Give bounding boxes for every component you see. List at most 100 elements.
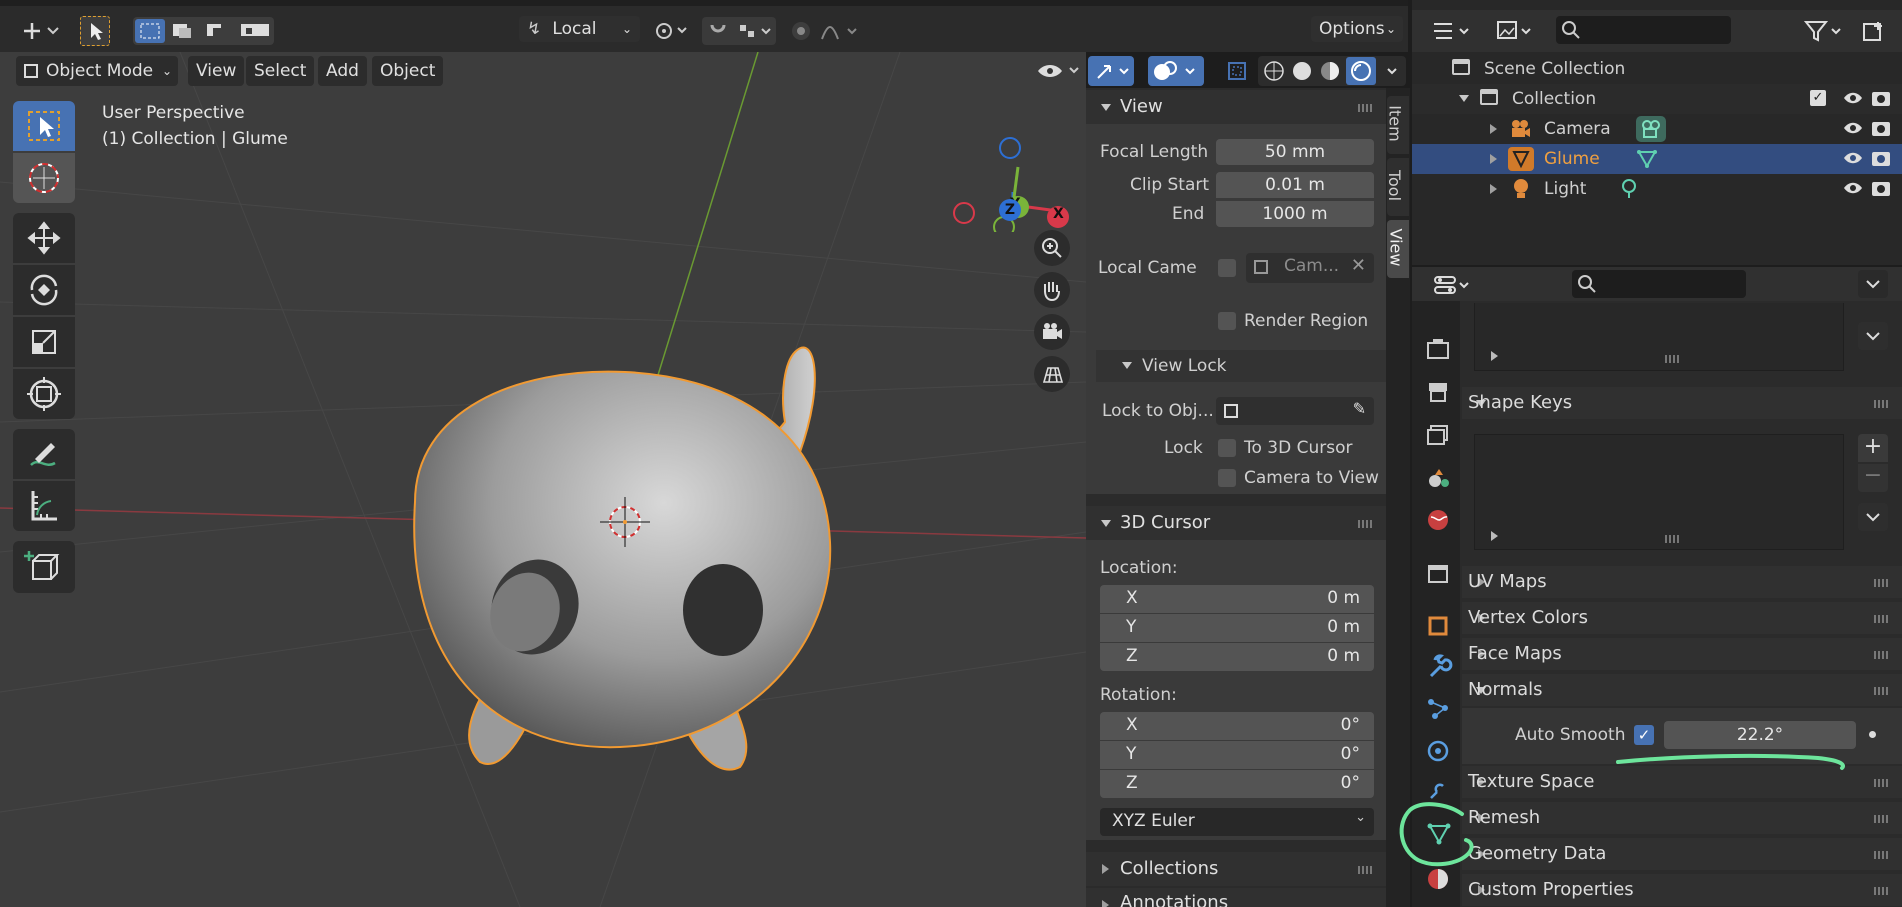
tab-view[interactable]: View	[1386, 220, 1409, 278]
expand-arrow-icon[interactable]	[1490, 124, 1497, 134]
snap-toggle[interactable]	[702, 17, 776, 45]
select-tool-icon[interactable]	[80, 16, 110, 46]
ortho-grid-icon[interactable]	[1034, 356, 1070, 392]
output-tab-icon[interactable]	[1423, 377, 1453, 407]
visibility-eye-icon[interactable]	[1842, 87, 1864, 109]
zoom-icon[interactable]	[1034, 230, 1070, 266]
expand-arrow-icon[interactable]	[1490, 154, 1497, 164]
drag-grip-icon[interactable]	[1358, 104, 1372, 112]
scale-tool-icon[interactable]	[13, 317, 75, 367]
exclude-checkbox[interactable]: ✓	[1810, 90, 1826, 106]
drag-grip-icon[interactable]	[1358, 866, 1372, 874]
properties-editor-icon[interactable]	[1432, 272, 1476, 298]
overlay-toggle-icon[interactable]	[1148, 56, 1204, 86]
keyframe-dot-icon[interactable]	[1869, 731, 1876, 738]
constraints-tab-icon[interactable]	[1423, 778, 1453, 808]
collections-panel-header[interactable]: Collections	[1086, 852, 1386, 886]
drag-grip-icon[interactable]	[1874, 887, 1888, 895]
pan-hand-icon[interactable]	[1034, 272, 1070, 308]
drag-grip-icon[interactable]	[1874, 687, 1888, 695]
camera-to-view-checkbox[interactable]	[1218, 469, 1236, 487]
rotation-y-field[interactable]: Y 0°	[1100, 741, 1374, 769]
visibility-eye-icon[interactable]	[1842, 147, 1864, 169]
select-box-tool-icon[interactable]	[13, 101, 75, 151]
options-dropdown[interactable]: Options ⌄	[1311, 16, 1403, 42]
selection-mode-buttons[interactable]	[133, 17, 274, 45]
3d-viewport[interactable]: Object Mode ⌄ View Select Add Object Use…	[0, 52, 1086, 907]
outliner-search-input[interactable]	[1556, 16, 1731, 44]
mesh-glume[interactable]	[413, 346, 832, 771]
annotate-tool-icon[interactable]	[13, 429, 75, 479]
collection-row[interactable]: Collection ✓	[1412, 84, 1902, 114]
measure-tool-icon[interactable]	[13, 481, 75, 531]
new-collection-icon[interactable]	[1860, 18, 1890, 44]
add-shape-key-button[interactable]: +	[1858, 434, 1888, 462]
drag-grip-icon[interactable]	[1874, 851, 1888, 859]
local-camera-checkbox[interactable]	[1218, 259, 1236, 277]
outliner-row-camera[interactable]: Camera	[1412, 114, 1902, 144]
menu-object[interactable]: Object	[372, 56, 444, 86]
shading-mode-buttons[interactable]	[1258, 56, 1406, 86]
visibility-eye-icon[interactable]	[1842, 177, 1864, 199]
outliner-row-glume[interactable]: Glume	[1412, 144, 1902, 174]
material-tab-icon[interactable]	[1423, 864, 1453, 894]
collection-tab-icon[interactable]	[1423, 558, 1453, 588]
3d-cursor-panel-header[interactable]: 3D Cursor	[1086, 506, 1386, 540]
shape-keys-options-icon[interactable]	[1858, 503, 1888, 531]
scene-collection-row[interactable]: Scene Collection	[1412, 54, 1902, 84]
camera-view-icon[interactable]	[1034, 314, 1070, 350]
object-mode-dropdown[interactable]: Object Mode ⌄	[16, 56, 178, 86]
render-camera-icon[interactable]	[1870, 147, 1892, 169]
collapse-arrow-icon[interactable]	[1459, 95, 1469, 102]
shape-keys-list[interactable]	[1474, 434, 1844, 550]
menu-view[interactable]: View	[188, 56, 245, 86]
drag-grip-icon[interactable]	[1874, 779, 1888, 787]
vertex-groups-list[interactable]	[1474, 303, 1844, 371]
render-tab-icon[interactable]	[1423, 334, 1453, 364]
transform-tool-icon[interactable]	[13, 369, 75, 419]
focal-length-field[interactable]: 50 mm	[1216, 139, 1374, 165]
lock-to-object-field[interactable]: ✎	[1216, 397, 1374, 425]
location-z-field[interactable]: Z 0 m	[1100, 643, 1374, 671]
clear-x-icon[interactable]: ✕	[1351, 255, 1366, 276]
properties-options-dropdown[interactable]	[1858, 270, 1888, 298]
render-camera-icon[interactable]	[1870, 177, 1892, 199]
view-lock-subpanel-header[interactable]: View Lock	[1096, 350, 1386, 382]
drag-grip-icon[interactable]	[1358, 520, 1372, 528]
rotate-tool-icon[interactable]	[13, 265, 75, 315]
outliner-row-light[interactable]: Light	[1412, 174, 1902, 204]
transform-orientation-dropdown[interactable]: ↯ Local ⌄	[519, 16, 640, 42]
outliner-editor-icon[interactable]	[1432, 18, 1476, 44]
visibility-eye-icon[interactable]	[1842, 117, 1864, 139]
clip-end-field[interactable]: 1000 m	[1216, 201, 1374, 227]
gizmo-z-bubble[interactable]: Z	[999, 199, 1021, 221]
particles-tab-icon[interactable]	[1423, 694, 1453, 724]
camera-data-icon[interactable]	[1636, 116, 1666, 142]
eyedropper-icon[interactable]: ✎	[1353, 399, 1366, 418]
add-cube-tool-icon[interactable]	[13, 541, 75, 593]
location-y-field[interactable]: Y 0 m	[1100, 614, 1374, 642]
cursor-tool-icon[interactable]	[13, 153, 75, 203]
drag-grip-icon[interactable]	[1874, 615, 1888, 623]
menu-select[interactable]: Select	[246, 56, 315, 86]
drag-grip-icon[interactable]	[1874, 815, 1888, 823]
local-camera-field[interactable]: Cam... ✕	[1246, 253, 1374, 283]
vertex-groups-options-icon[interactable]	[1858, 322, 1888, 350]
viewport-shading-controls[interactable]	[1030, 56, 1086, 86]
resize-grip-icon[interactable]	[1665, 355, 1679, 363]
clip-start-field[interactable]: 0.01 m	[1216, 172, 1374, 198]
display-mode-icon[interactable]	[1494, 18, 1538, 44]
pivot-point-icon[interactable]	[652, 18, 692, 44]
object-tab-icon[interactable]	[1423, 611, 1453, 641]
resize-grip-icon[interactable]	[1665, 535, 1679, 543]
editor-type-icon[interactable]	[20, 18, 60, 44]
modifier-wrench-icon[interactable]	[1423, 652, 1453, 682]
tab-item[interactable]: Item	[1386, 96, 1409, 154]
auto-smooth-angle-field[interactable]: 22.2°	[1664, 721, 1856, 749]
scene-tab-icon[interactable]	[1423, 463, 1453, 493]
render-region-checkbox[interactable]	[1218, 312, 1236, 330]
location-x-field[interactable]: X 0 m	[1100, 585, 1374, 613]
filter-icon[interactable]	[1802, 18, 1846, 44]
drag-grip-icon[interactable]	[1874, 579, 1888, 587]
mesh-data-icon[interactable]	[1634, 147, 1660, 171]
